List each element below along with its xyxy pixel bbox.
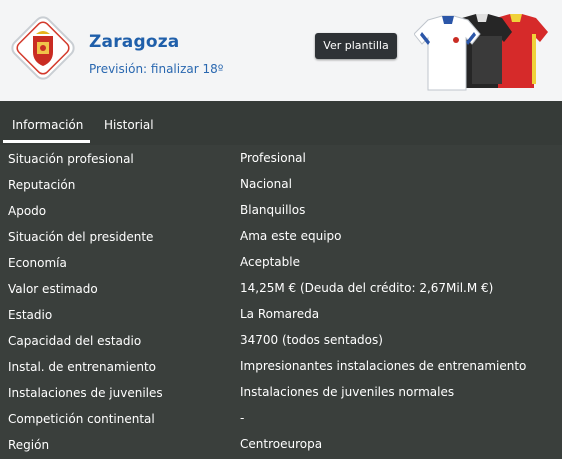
info-value: 34700 (todos sentados) [240, 333, 383, 347]
info-row: Competición continental - [0, 406, 562, 432]
info-label: Situación profesional [8, 152, 134, 166]
info-value: Ama este equipo [240, 229, 342, 243]
club-name: Zaragoza [89, 32, 180, 52]
info-row: Región Centroeuropa [0, 432, 562, 458]
info-label: Apodo [8, 204, 47, 218]
info-row: Apodo Blanquillos [0, 198, 562, 224]
info-value: - [240, 411, 245, 425]
club-header: Zaragoza Previsión: finalizar 18º Ver pl… [0, 0, 562, 101]
info-row: Situación profesional Profesional [0, 146, 562, 172]
tab-bar: Información Historial [0, 101, 562, 145]
info-label: Capacidad del estadio [8, 334, 142, 348]
active-tab-indicator [3, 140, 90, 143]
info-row: Reputación Nacional [0, 172, 562, 198]
info-label: Instal. de entrenamiento [8, 360, 156, 374]
info-row: Instalaciones de juveniles Instalaciones… [0, 380, 562, 406]
team-kits-icon [414, 14, 548, 91]
info-label: Instalaciones de juveniles [8, 386, 163, 400]
tab-historial[interactable]: Historial [104, 118, 154, 132]
tab-informacion[interactable]: Información [12, 118, 83, 132]
info-label: Valor estimado [8, 282, 98, 296]
info-value: Instalaciones de juveniles normales [240, 385, 455, 399]
info-row: Estadio La Romareda [0, 302, 562, 328]
season-forecast: Previsión: finalizar 18º [89, 62, 224, 76]
info-value: Blanquillos [240, 203, 306, 217]
info-value: Aceptable [240, 255, 300, 269]
info-label: Reputación [8, 178, 76, 192]
info-row: Capacidad del estadio 34700 (todos senta… [0, 328, 562, 354]
info-label: Estadio [8, 308, 53, 322]
info-value: Profesional [240, 151, 306, 165]
info-row: Instal. de entrenamiento Impresionantes … [0, 354, 562, 380]
info-row: Economía Aceptable [0, 250, 562, 276]
info-value: La Romareda [240, 307, 320, 321]
info-value: Centroeuropa [240, 437, 323, 451]
info-value: Impresionantes instalaciones de entrenam… [240, 359, 527, 373]
info-row: Valor estimado 14,25M € (Deuda del crédi… [0, 276, 562, 302]
info-row: Situación del presidente Ama este equipo [0, 224, 562, 250]
info-label: Economía [8, 256, 67, 270]
info-value: Nacional [240, 177, 292, 191]
info-label: Competición continental [8, 412, 155, 426]
info-label: Región [8, 438, 50, 452]
club-info-list: Situación profesional Profesional Reputa… [0, 146, 562, 458]
view-squad-button[interactable]: Ver plantilla [315, 33, 397, 59]
info-label: Situación del presidente [8, 230, 154, 244]
club-crest-icon [11, 16, 75, 80]
info-value: 14,25M € (Deuda del crédito: 2,67Mil.M €… [240, 281, 494, 295]
